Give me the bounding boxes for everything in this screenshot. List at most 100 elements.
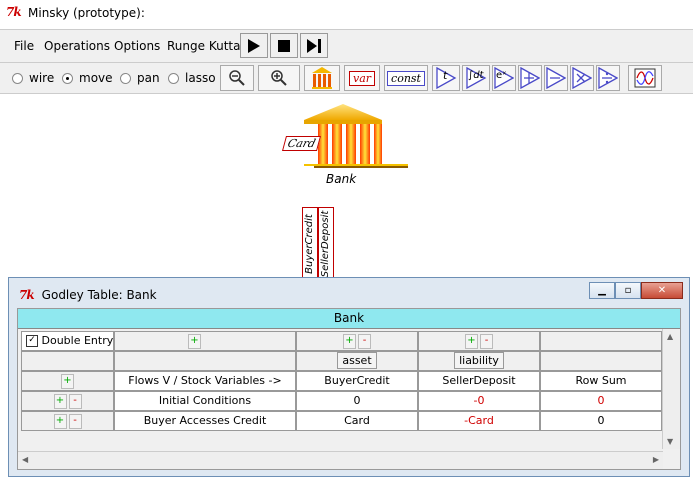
add-button[interactable]: [518, 65, 542, 91]
close-button[interactable]: ✕: [641, 282, 683, 299]
blank-cell: [540, 351, 662, 371]
menu-operations[interactable]: Operations: [44, 39, 110, 53]
minimize-button[interactable]: ▁: [589, 282, 615, 299]
double-entry-checkbox[interactable]: ✓ Double Entry: [21, 331, 114, 351]
stop-icon: [278, 39, 290, 52]
godley-window: 7k Godley Table: Bank ▁ ▫ ✕ Bank ✓ Doubl…: [8, 277, 690, 477]
card-variable[interactable]: Card: [281, 136, 322, 151]
menubar: File Operations Options Runge Kutta: [0, 29, 693, 63]
table-cell[interactable]: Card: [296, 411, 418, 431]
row-sum-cell: 0: [540, 411, 662, 431]
scroll-right-icon[interactable]: ▶: [653, 455, 659, 464]
check-icon: ✓: [26, 335, 38, 347]
integrate-button[interactable]: ∫dt: [462, 65, 490, 91]
row2-add-button[interactable]: +: [53, 413, 67, 429]
zoom-out-icon: [229, 70, 245, 86]
run-button[interactable]: [240, 33, 268, 58]
port-buyer-credit[interactable]: BuyerCredit: [302, 207, 318, 281]
menu-runge-kutta[interactable]: Runge Kutta: [167, 39, 240, 53]
time-button[interactable]: t: [432, 65, 460, 91]
godley-table: Bank ✓ Double Entry + + - + - asset liabil…: [17, 308, 681, 470]
column-header-seller-deposit[interactable]: SellerDeposit: [418, 371, 540, 391]
liability-button[interactable]: liability: [454, 352, 504, 369]
zoom-in-icon: [271, 70, 287, 86]
scroll-left-icon[interactable]: ◀: [22, 455, 28, 464]
stock-ports: BuyerCredit SellerDeposit: [302, 207, 334, 281]
scroll-down-icon[interactable]: ▼: [667, 437, 673, 446]
var-icon: var: [348, 70, 376, 86]
multiply-button[interactable]: [570, 65, 594, 91]
row-label-initial-conditions[interactable]: Initial Conditions: [114, 391, 296, 411]
mode-lasso[interactable]: lasso: [168, 71, 216, 85]
window-controls: ▁ ▫ ✕: [589, 282, 683, 299]
divide-button[interactable]: [596, 65, 620, 91]
row1-controls: + -: [21, 391, 114, 411]
window-title: Minsky (prototype):: [28, 6, 145, 20]
col2-add-button[interactable]: +: [465, 333, 478, 349]
maximize-button[interactable]: ▫: [615, 282, 641, 299]
row2-remove-button[interactable]: -: [68, 413, 82, 429]
mode-move[interactable]: move: [62, 71, 113, 85]
const-icon: const: [387, 70, 425, 86]
table-name-bar: Bank: [18, 309, 680, 329]
col2-controls: + -: [418, 331, 540, 351]
horizontal-scrollbar[interactable]: ◀ ▶: [18, 451, 663, 469]
zoom-in-button[interactable]: [258, 65, 300, 91]
row1-add-button[interactable]: +: [53, 393, 67, 409]
col2-remove-button[interactable]: -: [480, 333, 493, 349]
row-label-buyer-accesses-credit[interactable]: Buyer Accesses Credit: [114, 411, 296, 431]
menu-options[interactable]: Options: [114, 39, 160, 53]
model-canvas[interactable]: Card Bank BuyerCredit SellerDeposit: [0, 94, 693, 281]
asset-button[interactable]: asset: [337, 352, 377, 369]
stop-button[interactable]: [270, 33, 298, 58]
window-titlebar: 7k Minsky (prototype):: [0, 0, 693, 26]
table-cell[interactable]: -Card: [418, 411, 540, 431]
bank-icon: [312, 67, 332, 89]
variable-button[interactable]: var: [344, 65, 380, 91]
menu-file[interactable]: File: [14, 39, 34, 53]
vertical-scrollbar[interactable]: ▲ ▼: [662, 329, 680, 449]
plus-icon: [520, 67, 540, 89]
col1-add-button[interactable]: +: [343, 333, 356, 349]
port-seller-deposit[interactable]: SellerDeposit: [318, 207, 334, 281]
blank-cell: [114, 351, 296, 371]
tk-logo-icon: 7k: [6, 5, 22, 19]
rowsum-controls: [540, 331, 662, 351]
mode-wire[interactable]: wire: [12, 71, 54, 85]
zoom-out-button[interactable]: [220, 65, 254, 91]
constant-button[interactable]: const: [384, 65, 428, 91]
col1-remove-button[interactable]: -: [358, 333, 371, 349]
godley-window-titlebar: 7k Godley Table: Bank: [19, 288, 157, 302]
table-cell[interactable]: -0: [418, 391, 540, 411]
bank-label: Bank: [326, 172, 357, 186]
row2-controls: + -: [21, 411, 114, 431]
subtract-button[interactable]: [544, 65, 568, 91]
add-row-button[interactable]: +: [61, 373, 74, 389]
close-icon: ✕: [657, 285, 667, 296]
step-button[interactable]: [300, 33, 328, 58]
row-sum-cell: 0: [540, 391, 662, 411]
table-cell[interactable]: 0: [296, 391, 418, 411]
mode-toolbar: wire move pan lasso var const t ∫dt eˣ: [0, 63, 693, 94]
row1-remove-button[interactable]: -: [68, 393, 82, 409]
column-header-row-sum: Row Sum: [540, 371, 662, 391]
blank-cell: [21, 351, 114, 371]
scroll-up-icon[interactable]: ▲: [667, 332, 673, 341]
plot-button[interactable]: [628, 65, 662, 91]
maximize-icon: ▫: [624, 285, 632, 296]
header-row-label: Flows V / Stock Variables ->: [114, 371, 296, 391]
add-column-button[interactable]: +: [188, 333, 201, 349]
times-icon: [572, 67, 592, 89]
divide-icon: [598, 67, 618, 89]
exp-button[interactable]: eˣ: [492, 65, 516, 91]
col1-controls: + -: [296, 331, 418, 351]
header-row-controls: +: [21, 371, 114, 391]
plot-icon: [634, 68, 656, 88]
tk-logo-icon: 7k: [19, 288, 35, 302]
godley-table-button[interactable]: [304, 65, 340, 91]
column-header-buyer-credit[interactable]: BuyerCredit: [296, 371, 418, 391]
step-icon: [307, 38, 321, 53]
godley-window-title: Godley Table: Bank: [41, 288, 157, 302]
col2-type-cell: liability: [418, 351, 540, 371]
mode-pan[interactable]: pan: [120, 71, 160, 85]
